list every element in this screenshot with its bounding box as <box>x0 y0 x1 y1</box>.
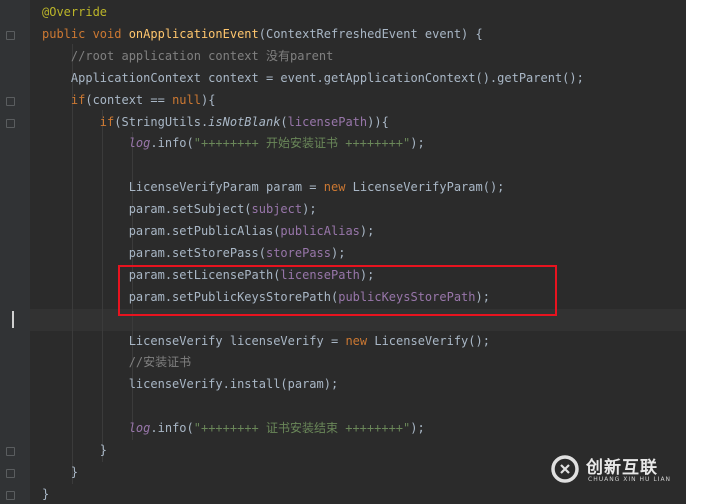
code-line[interactable]: LicenseVerify licenseVerify = new Licens… <box>42 330 490 352</box>
watermark-logo-icon <box>551 455 579 483</box>
code-line[interactable]: if(context == null){ <box>42 89 216 111</box>
code-token: //安装证书 <box>42 355 192 370</box>
code-line[interactable]: LicenseVerifyParam param = new LicenseVe… <box>42 176 505 198</box>
code-token: void <box>92 26 129 41</box>
code-line[interactable]: } <box>42 439 107 461</box>
code-token: LicenseVerify licenseVerify = <box>42 333 346 348</box>
code-line[interactable]: param.setPublicAlias(publicAlias); <box>42 220 375 242</box>
code-token: ); <box>302 202 317 217</box>
fold-marker-icon[interactable] <box>6 469 15 478</box>
code-token: new <box>345 333 375 348</box>
code-token: if <box>70 92 86 107</box>
annotation-highlight-box <box>118 265 557 316</box>
code-token: "++++++++ 证书安装结束 ++++++++" <box>193 421 411 436</box>
code-token: ApplicationContext context = event.getAp… <box>42 70 584 85</box>
code-token: isNotBlank <box>208 114 281 129</box>
code-token: licenseVerify.install(param); <box>42 377 339 392</box>
code-token: log <box>128 136 151 151</box>
code-token: "++++++++ 开始安装证书 ++++++++" <box>193 136 411 151</box>
fold-marker-icon[interactable] <box>6 119 15 128</box>
code-token: )){ <box>367 114 389 129</box>
code-line[interactable]: public void onApplicationEvent(ContextRe… <box>42 23 483 45</box>
watermark-title: 创新互联 <box>586 458 658 478</box>
code-token: ){ <box>200 92 216 107</box>
code-token: (context == <box>85 92 173 107</box>
code-token: (StringUtils. <box>114 114 209 129</box>
code-token: log <box>128 421 151 436</box>
code-token: null <box>172 92 201 107</box>
code-token: ); <box>410 136 425 151</box>
watermark-subtitle: CHUANG XIN HU LIAN <box>588 476 672 483</box>
code-token: if <box>99 114 115 129</box>
fold-marker-icon[interactable] <box>6 491 15 500</box>
code-line[interactable]: if(StringUtils.isNotBlank(licensePath)){ <box>42 111 389 133</box>
code-line[interactable]: log.info("++++++++ 证书安装结束 ++++++++"); <box>42 417 425 439</box>
code-token: } <box>42 464 79 479</box>
editor-gutter <box>0 0 30 504</box>
code-token: .info( <box>150 136 194 151</box>
code-token: @Override <box>42 5 108 19</box>
code-token: //root application context 没有parent <box>42 48 334 63</box>
code-line[interactable]: param.setStorePass(storePass); <box>42 242 346 264</box>
code-line[interactable]: } <box>42 461 78 483</box>
code-line[interactable]: //安装证书 <box>42 351 191 373</box>
code-token: param.setPublicAlias( <box>42 224 281 238</box>
code-token: publicAlias <box>280 224 360 238</box>
code-token: public <box>42 26 93 41</box>
code-line[interactable]: ApplicationContext context = event.getAp… <box>42 67 584 89</box>
code-line[interactable]: @Override <box>42 1 107 23</box>
code-token: param.setSubject( <box>42 202 252 217</box>
code-token: new <box>323 180 353 195</box>
code-token: } <box>42 443 108 457</box>
code-line[interactable]: } <box>42 483 49 504</box>
code-token: (ContextRefreshedEvent event) { <box>258 26 483 41</box>
code-token: LicenseVerifyParam(); <box>352 180 505 195</box>
code-editor[interactable]: @Override public void onApplicationEvent(… <box>0 0 686 504</box>
code-token: ); <box>331 245 346 260</box>
fold-marker-icon[interactable] <box>6 447 15 456</box>
code-line[interactable]: licenseVerify.install(param); <box>42 373 339 395</box>
text-caret <box>12 311 14 328</box>
code-token: LicenseVerifyParam param = <box>42 180 324 195</box>
code-token: LicenseVerify(); <box>374 333 490 348</box>
fold-marker-icon[interactable] <box>6 31 15 40</box>
code-token: storePass <box>265 245 331 260</box>
code-token: ); <box>410 421 425 436</box>
watermark: 创新互联 CHUANG XIN HU LIAN <box>550 452 682 486</box>
code-token: ( <box>280 114 288 129</box>
code-token: ); <box>359 224 375 238</box>
code-line[interactable]: log.info("++++++++ 开始安装证书 ++++++++"); <box>42 132 425 154</box>
fold-marker-icon[interactable] <box>6 97 15 106</box>
code-line[interactable]: //root application context 没有parent <box>42 45 333 67</box>
code-token: onApplicationEvent <box>128 26 259 41</box>
code-token: .info( <box>150 421 194 436</box>
code-token: } <box>42 486 50 501</box>
code-line[interactable]: param.setSubject(subject); <box>42 198 317 220</box>
code-token: param.setStorePass( <box>42 245 266 260</box>
code-token: subject <box>251 202 303 217</box>
code-token: licensePath <box>287 114 368 129</box>
